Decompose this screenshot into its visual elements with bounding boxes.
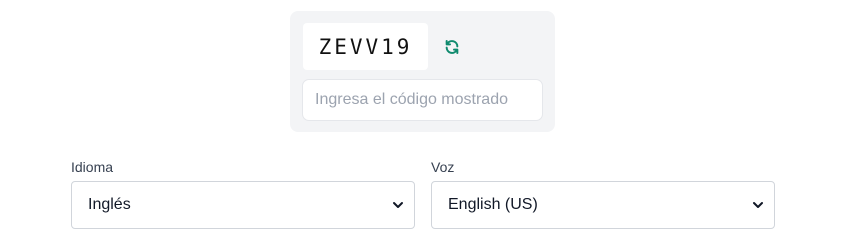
chevron-down-icon (392, 199, 404, 211)
refresh-captcha-button[interactable] (441, 36, 463, 58)
captcha-card: ZEVV19 (290, 11, 555, 132)
chevron-down-icon (752, 199, 764, 211)
language-select-value: Inglés (88, 196, 131, 213)
language-label: Idioma (71, 159, 114, 175)
voice-label: Voz (431, 159, 455, 175)
language-select[interactable]: Inglés (71, 181, 415, 229)
voice-field: Voz English (US) (431, 157, 775, 229)
captcha-input[interactable] (302, 79, 543, 121)
voice-select[interactable]: English (US) (431, 181, 775, 229)
voice-select-value: English (US) (448, 196, 538, 213)
refresh-icon (445, 40, 459, 54)
captcha-code: ZEVV19 (303, 23, 428, 70)
page: ZEVV19 Idioma Inglés Voz English (US) (0, 0, 844, 244)
language-field: Idioma Inglés (71, 157, 415, 229)
